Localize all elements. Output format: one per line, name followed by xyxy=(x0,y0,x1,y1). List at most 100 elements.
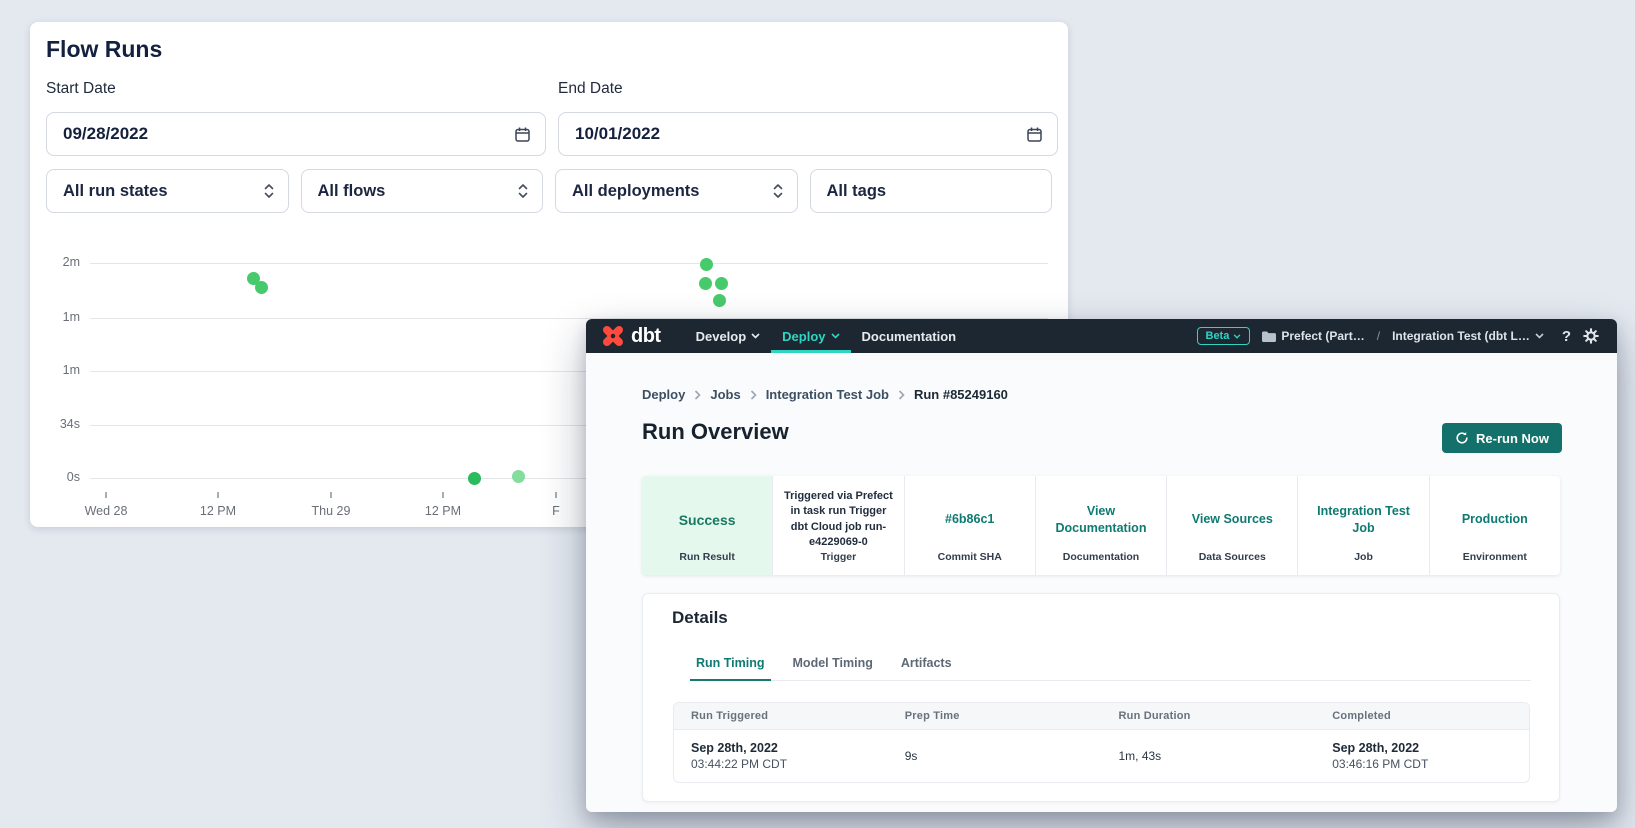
tab-artifacts[interactable]: Artifacts xyxy=(895,646,958,680)
dbt-logo-icon xyxy=(600,323,626,349)
run-timing-table: Run Triggered Prep Time Run Duration Com… xyxy=(673,702,1530,783)
x-axis-tick xyxy=(330,492,332,498)
help-icon[interactable]: ? xyxy=(1562,328,1571,345)
dbt-logo[interactable]: dbt xyxy=(600,323,661,349)
status-card-environment: Production Environment xyxy=(1429,476,1560,575)
chevron-right-icon xyxy=(694,390,701,400)
flow-run-point[interactable] xyxy=(713,294,726,307)
flow-run-point[interactable] xyxy=(468,472,481,485)
y-axis-label: 2m xyxy=(30,255,80,269)
col-completed: Completed xyxy=(1315,710,1529,722)
flow-run-point[interactable] xyxy=(700,258,713,271)
run-result-value: Success xyxy=(679,488,736,551)
dbt-navbar-right: Beta Prefect (Part… / Integration Test (… xyxy=(1197,327,1600,345)
chevron-down-icon xyxy=(1535,333,1544,339)
nav-item-develop-label: Develop xyxy=(696,329,747,344)
nav-item-documentation[interactable]: Documentation xyxy=(851,319,968,353)
y-axis-label: 1m xyxy=(30,310,80,324)
details-tabs: Run Timing Model Timing Artifacts xyxy=(690,646,1531,681)
breadcrumb-run: Run #85249160 xyxy=(914,387,1008,402)
run-result-label: Run Result xyxy=(679,551,734,563)
tab-run-timing[interactable]: Run Timing xyxy=(690,646,771,681)
project-switcher[interactable]: Prefect (Part… xyxy=(1262,329,1364,343)
flow-run-point[interactable] xyxy=(715,277,728,290)
status-card-commit-sha: #6b86c1 Commit SHA xyxy=(904,476,1035,575)
cell-prep-time: 9s xyxy=(888,749,1102,763)
documentation-label: Documentation xyxy=(1063,551,1139,563)
chart-gridline xyxy=(90,263,1048,264)
chevron-down-icon xyxy=(1233,334,1241,339)
x-axis-tick xyxy=(555,492,557,498)
x-axis-label: 12 PM xyxy=(173,504,263,518)
environment-label: Environment xyxy=(1463,551,1527,563)
status-card-job: Integration Test Job Job xyxy=(1297,476,1428,575)
flow-run-point[interactable] xyxy=(512,470,525,483)
project-name: Prefect (Part… xyxy=(1281,329,1364,343)
settings-gear-icon[interactable] xyxy=(1583,328,1599,344)
nav-item-deploy-label: Deploy xyxy=(782,329,825,344)
rerun-now-button[interactable]: Re-run Now xyxy=(1442,423,1562,453)
col-run-duration: Run Duration xyxy=(1102,710,1316,722)
flow-run-point[interactable] xyxy=(255,281,268,294)
path-separator: / xyxy=(1377,329,1380,343)
view-sources-link[interactable]: View Sources xyxy=(1192,488,1273,551)
breadcrumb: Deploy Jobs Integration Test Job Run #85… xyxy=(642,387,1008,402)
run-status-cards: Success Run Result Triggered via Prefect… xyxy=(642,476,1560,575)
environment-link[interactable]: Production xyxy=(1462,488,1528,551)
page-title: Run Overview xyxy=(642,419,789,445)
refresh-icon xyxy=(1455,431,1469,445)
breadcrumb-job[interactable]: Integration Test Job xyxy=(766,387,889,402)
status-card-trigger: Triggered via Prefect in task run Trigge… xyxy=(772,476,903,575)
chevron-down-icon xyxy=(831,333,840,339)
beta-badge[interactable]: Beta xyxy=(1197,327,1251,345)
screenshot-stage: Flow Runs Start Date End Date 09/28/2022… xyxy=(0,0,1635,828)
status-card-run-result: Success Run Result xyxy=(642,476,772,575)
cell-run-duration: 1m, 43s xyxy=(1102,749,1316,763)
cell-run-triggered: Sep 28th, 2022 03:44:22 PM CDT xyxy=(674,741,888,771)
y-axis-label: 34s xyxy=(30,417,80,431)
chevron-right-icon xyxy=(898,390,905,400)
run-triggered-date: Sep 28th, 2022 xyxy=(691,741,888,755)
environment-switcher[interactable]: Integration Test (dbt L… xyxy=(1392,329,1544,343)
folder-icon xyxy=(1262,331,1276,342)
completed-time: 03:46:16 PM CDT xyxy=(1332,757,1529,771)
table-header-row: Run Triggered Prep Time Run Duration Com… xyxy=(674,703,1529,730)
chevron-right-icon xyxy=(750,390,757,400)
dbt-logo-text: dbt xyxy=(631,325,661,348)
x-axis-label: Thu 29 xyxy=(286,504,376,518)
dbt-page-body: Deploy Jobs Integration Test Job Run #85… xyxy=(586,353,1617,812)
dbt-cloud-window: dbt Develop Deploy Documentation Beta xyxy=(586,319,1617,812)
flow-run-point[interactable] xyxy=(699,277,712,290)
data-sources-label: Data Sources xyxy=(1199,551,1266,563)
tab-model-timing[interactable]: Model Timing xyxy=(787,646,879,680)
nav-item-deploy[interactable]: Deploy xyxy=(771,319,850,353)
status-card-data-sources: View Sources Data Sources xyxy=(1166,476,1297,575)
x-axis-label: 12 PM xyxy=(398,504,488,518)
x-axis-tick xyxy=(105,492,107,498)
chevron-down-icon xyxy=(751,333,760,339)
job-link[interactable]: Integration Test Job xyxy=(1306,488,1420,551)
rerun-now-label: Re-run Now xyxy=(1476,431,1549,446)
commit-sha-link[interactable]: #6b86c1 xyxy=(945,488,994,551)
completed-date: Sep 28th, 2022 xyxy=(1332,741,1529,755)
x-axis-tick xyxy=(217,492,219,498)
status-card-documentation: View Documentation Documentation xyxy=(1035,476,1166,575)
trigger-value: Triggered via Prefect in task run Trigge… xyxy=(781,488,895,551)
cell-completed: Sep 28th, 2022 03:46:16 PM CDT xyxy=(1315,741,1529,771)
y-axis-label: 1m xyxy=(30,363,80,377)
dbt-navbar: dbt Develop Deploy Documentation Beta xyxy=(586,319,1617,353)
commit-sha-label: Commit SHA xyxy=(938,551,1002,563)
environment-name: Integration Test (dbt L… xyxy=(1392,329,1530,343)
nav-item-develop[interactable]: Develop xyxy=(685,319,772,353)
breadcrumb-deploy[interactable]: Deploy xyxy=(642,387,685,402)
trigger-label: Trigger xyxy=(821,551,857,563)
beta-label: Beta xyxy=(1206,330,1230,342)
breadcrumb-jobs[interactable]: Jobs xyxy=(710,387,740,402)
col-prep-time: Prep Time xyxy=(888,710,1102,722)
details-card: Details Run Timing Model Timing Artifact… xyxy=(642,593,1560,802)
y-axis-label: 0s xyxy=(30,470,80,484)
table-row: Sep 28th, 2022 03:44:22 PM CDT 9s 1m, 43… xyxy=(674,730,1529,782)
run-triggered-time: 03:44:22 PM CDT xyxy=(691,757,888,771)
dbt-nav-items: Develop Deploy Documentation xyxy=(685,319,968,353)
view-documentation-link[interactable]: View Documentation xyxy=(1044,488,1158,551)
